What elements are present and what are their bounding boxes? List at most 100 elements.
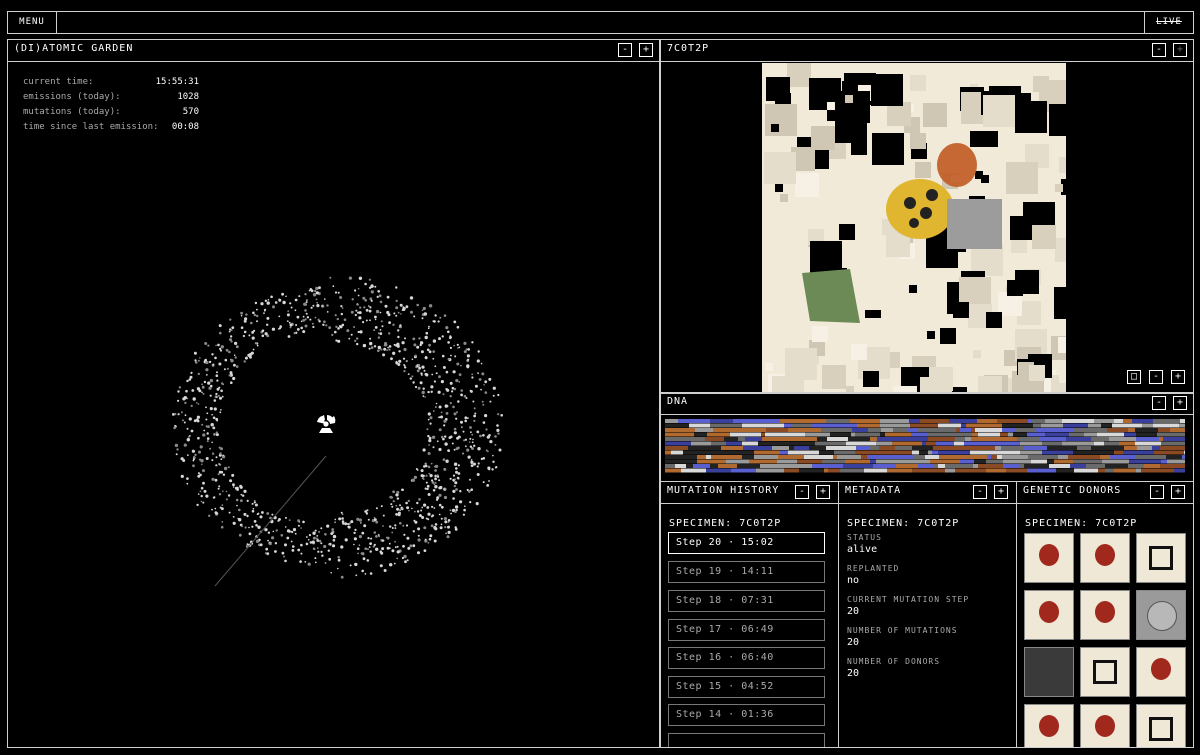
particle bbox=[427, 390, 430, 394]
specimen-zoom-out-button[interactable]: - bbox=[1149, 370, 1163, 384]
donor-thumbnail[interactable] bbox=[1136, 704, 1186, 747]
particle bbox=[320, 542, 323, 545]
donor-thumbnail[interactable] bbox=[1024, 704, 1074, 747]
particle bbox=[226, 367, 229, 370]
specimen-tile bbox=[764, 152, 796, 184]
particle bbox=[447, 330, 450, 334]
particle bbox=[274, 550, 277, 553]
donor-thumbnail[interactable] bbox=[1136, 590, 1186, 640]
donor-bloom bbox=[1039, 601, 1059, 623]
particle bbox=[240, 326, 244, 330]
particle bbox=[456, 476, 460, 480]
dna-segment bbox=[762, 437, 788, 441]
particle bbox=[469, 445, 473, 448]
live-button[interactable]: LIVE bbox=[1144, 12, 1193, 33]
garden-maximize-button[interactable]: + bbox=[639, 43, 653, 57]
dna-minimize-button[interactable]: - bbox=[1152, 396, 1166, 410]
metadata-minimize-button[interactable]: - bbox=[973, 485, 987, 499]
dna-maximize-button[interactable]: + bbox=[1173, 396, 1187, 410]
donor-thumbnail[interactable] bbox=[1136, 647, 1186, 697]
metadata-maximize-button[interactable]: + bbox=[994, 485, 1008, 499]
dna-segment bbox=[738, 437, 745, 441]
particle bbox=[429, 474, 433, 478]
specimen-seed bbox=[904, 197, 916, 209]
particle bbox=[472, 438, 474, 441]
particle bbox=[221, 521, 224, 523]
particle bbox=[440, 435, 444, 439]
particle bbox=[305, 312, 308, 315]
mutation-step-item[interactable]: Step 20 · 15:02 bbox=[668, 532, 825, 554]
dna-segment bbox=[846, 441, 851, 446]
particle bbox=[202, 501, 205, 504]
particle bbox=[240, 311, 244, 315]
dna-segment bbox=[1091, 446, 1096, 450]
metadata-header: METADATA - + bbox=[839, 482, 1016, 504]
particle bbox=[259, 515, 263, 519]
particle bbox=[402, 544, 405, 548]
particle bbox=[340, 575, 344, 579]
particle bbox=[396, 550, 400, 554]
specimen-zoom-in-button[interactable]: + bbox=[1171, 370, 1185, 384]
donor-thumbnail[interactable] bbox=[1136, 533, 1186, 583]
particle bbox=[427, 412, 431, 416]
particle bbox=[286, 313, 290, 317]
particle bbox=[364, 282, 367, 286]
particle bbox=[218, 493, 222, 496]
particle bbox=[428, 537, 432, 541]
particle bbox=[318, 320, 321, 323]
mutation-history-maximize-button[interactable]: + bbox=[816, 485, 830, 499]
particle bbox=[271, 513, 274, 516]
particle bbox=[361, 552, 365, 556]
particle bbox=[263, 312, 265, 314]
particle bbox=[240, 493, 243, 496]
particle bbox=[229, 338, 232, 342]
donor-thumbnail[interactable] bbox=[1080, 704, 1130, 747]
particle bbox=[201, 391, 203, 394]
particle bbox=[194, 359, 197, 362]
garden-minimize-button[interactable]: - bbox=[618, 43, 632, 57]
mutation-step-item[interactable]: Step 16 · 06:40 bbox=[668, 647, 825, 669]
menu-button[interactable]: MENU bbox=[8, 12, 57, 33]
specimen-maximize-button[interactable]: + bbox=[1173, 43, 1187, 57]
dna-segment bbox=[998, 441, 1020, 446]
particle bbox=[324, 298, 326, 300]
specimen-minimize-button[interactable]: - bbox=[1152, 43, 1166, 57]
donor-bloom bbox=[1095, 601, 1115, 623]
donor-thumbnail[interactable] bbox=[1080, 533, 1130, 583]
donor-thumbnail[interactable] bbox=[1024, 647, 1074, 697]
mutation-step-item[interactable]: Step 19 · 14:11 bbox=[668, 561, 825, 583]
particle bbox=[192, 397, 196, 401]
particle bbox=[476, 473, 480, 476]
particle bbox=[235, 345, 239, 349]
particle bbox=[212, 426, 216, 430]
donor-thumbnail[interactable] bbox=[1080, 590, 1130, 640]
dna-segment bbox=[1174, 468, 1185, 473]
particle bbox=[326, 304, 329, 307]
dna-segment bbox=[1033, 423, 1041, 428]
particle bbox=[228, 374, 231, 377]
particle bbox=[209, 378, 214, 383]
mutation-history-minimize-button[interactable]: - bbox=[795, 485, 809, 499]
genetic-donors-maximize-button[interactable]: + bbox=[1171, 485, 1185, 499]
donor-thumbnail[interactable] bbox=[1080, 647, 1130, 697]
particle bbox=[398, 350, 401, 353]
mutation-step-item[interactable]: Step 14 · 01:36 bbox=[668, 704, 825, 726]
particle bbox=[354, 289, 357, 292]
mutation-step-item[interactable]: Step 18 · 07:31 bbox=[668, 590, 825, 612]
donor-thumbnail[interactable] bbox=[1024, 590, 1074, 640]
dna-segment bbox=[665, 441, 691, 446]
particle bbox=[384, 304, 388, 308]
particle bbox=[427, 465, 431, 469]
specimen-gray-patch bbox=[947, 199, 1002, 249]
genetic-donors-minimize-button[interactable]: - bbox=[1150, 485, 1164, 499]
specimen-frame-button[interactable]: □ bbox=[1127, 370, 1141, 384]
dna-segment bbox=[1074, 468, 1098, 473]
particle bbox=[305, 542, 309, 546]
donor-thumbnail[interactable] bbox=[1024, 533, 1074, 583]
mutation-step-item[interactable]: Step 17 · 06:49 bbox=[668, 619, 825, 641]
mutation-step-item[interactable]: Step 15 · 04:52 bbox=[668, 676, 825, 698]
mutation-step-item-partial[interactable] bbox=[668, 733, 825, 747]
specimen-tile bbox=[838, 91, 870, 123]
specimen-tile bbox=[873, 310, 881, 318]
particle bbox=[465, 348, 468, 351]
